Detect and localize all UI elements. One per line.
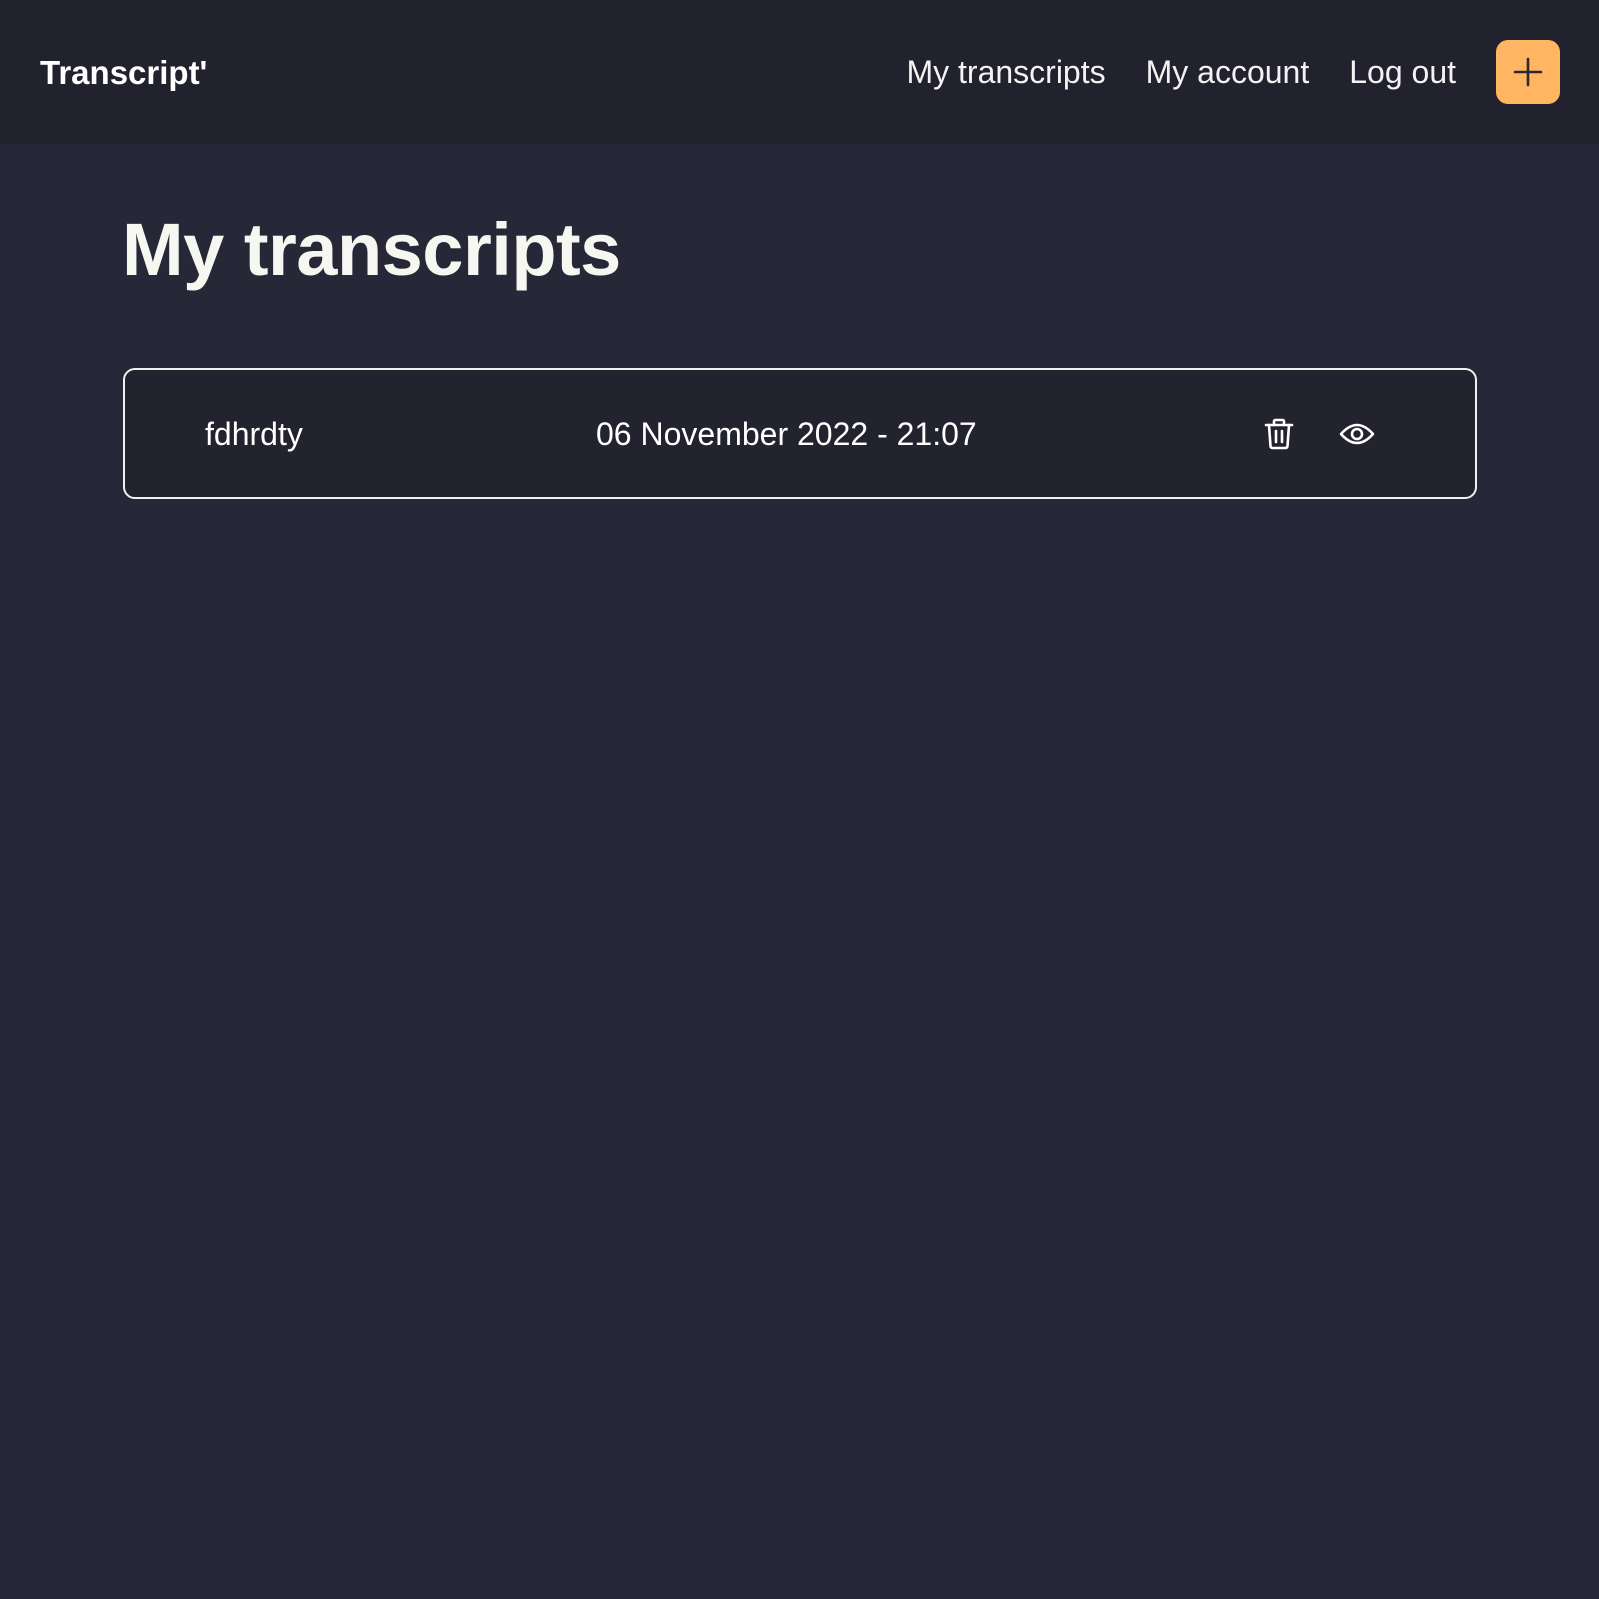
view-transcript-button[interactable] [1337,413,1377,455]
delete-transcript-button[interactable] [1259,413,1299,455]
add-transcript-button[interactable] [1496,40,1560,104]
nav-link-log-out[interactable]: Log out [1349,50,1456,94]
brand-logo[interactable]: Transcript' [40,50,207,96]
plus-icon [1513,57,1543,87]
trash-icon [1264,418,1294,450]
nav-link-my-transcripts[interactable]: My transcripts [906,50,1105,94]
transcript-date: 06 November 2022 - 21:07 [596,416,977,452]
page-title: My transcripts [122,208,621,291]
nav-link-my-account[interactable]: My account [1146,50,1310,94]
nav-links: My transcripts My account Log out [906,40,1560,104]
transcript-name: fdhrdty [205,416,303,452]
eye-icon [1339,423,1375,445]
transcript-list: fdhrdty 06 November 2022 - 21:07 [123,368,1477,499]
transcript-row: fdhrdty 06 November 2022 - 21:07 [123,368,1477,499]
navbar: Transcript' My transcripts My account Lo… [0,0,1599,144]
